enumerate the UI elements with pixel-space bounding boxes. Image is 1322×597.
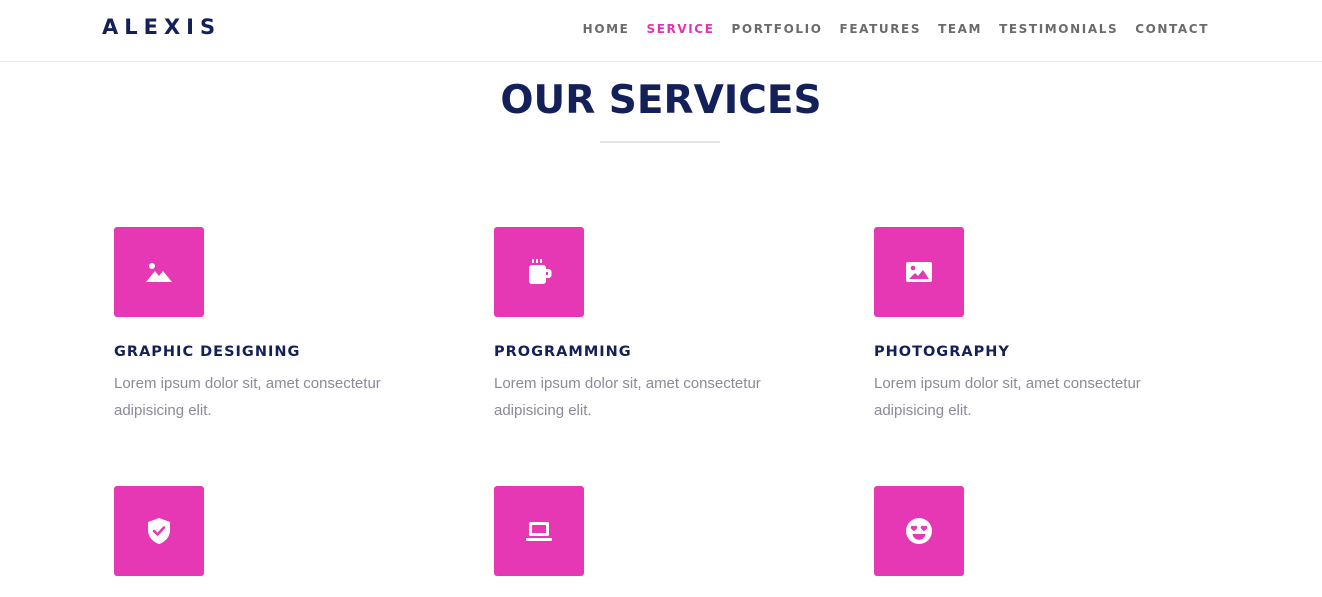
service-card-graphic-designing: GRAPHIC DESIGNING Lorem ipsum dolor sit,… [114,227,444,424]
nav-link-portfolio[interactable]: PORTFOLIO [732,22,823,36]
service-card-photography: PHOTOGRAPHY Lorem ipsum dolor sit, amet … [874,227,1204,424]
nav-link-service[interactable]: SERVICE [646,22,714,36]
coffee-mug-icon [524,257,554,287]
nav-menu: HOME SERVICE PORTFOLIO FEATURES TEAM TES… [583,20,1209,38]
service-icon-box[interactable] [494,486,584,576]
service-card-happy [874,486,1204,576]
nav-link-features[interactable]: FEATURES [840,22,922,36]
service-icon-box[interactable] [494,227,584,317]
service-description: Lorem ipsum dolor sit, amet consectetur … [114,375,381,419]
nav-item-contact: CONTACT [1135,20,1209,38]
nav-link-home[interactable]: HOME [583,22,630,36]
smiley-heart-eyes-icon [904,516,934,546]
nav-link-team[interactable]: TEAM [938,22,982,36]
laptop-icon [524,516,554,546]
service-description: Lorem ipsum dolor sit, amet consectetur … [494,375,761,419]
service-card-programming: PROGRAMMING Lorem ipsum dolor sit, amet … [494,227,824,424]
service-title: PHOTOGRAPHY [874,344,1010,360]
nav-item-portfolio: PORTFOLIO [732,20,823,38]
brand-logo[interactable]: ALEXIS [102,15,221,39]
nav-item-features: FEATURES [840,20,922,38]
service-description: Lorem ipsum dolor sit, amet consectetur … [874,375,1141,419]
section-title: OUR SERVICES [500,78,822,123]
service-title: GRAPHIC DESIGNING [114,344,301,360]
service-icon-box[interactable] [114,486,204,576]
nav-item-testimonials: TESTIMONIALS [999,20,1118,38]
nav-link-contact[interactable]: CONTACT [1135,22,1209,36]
service-card-web [494,486,824,576]
image-mountain-icon [144,257,174,287]
service-icon-box[interactable] [874,486,964,576]
navbar: ALEXIS HOME SERVICE PORTFOLIO FEATURES T… [0,0,1322,62]
service-icon-box[interactable] [114,227,204,317]
nav-item-home: HOME [583,20,630,38]
title-divider [600,141,720,143]
nav-link-testimonials[interactable]: TESTIMONIALS [999,22,1118,36]
photo-icon [904,257,934,287]
service-title: PROGRAMMING [494,344,632,360]
nav-item-team: TEAM [938,20,982,38]
nav-item-service: SERVICE [646,20,714,38]
service-icon-box[interactable] [874,227,964,317]
service-card-security [114,486,444,576]
shield-check-icon [144,516,174,546]
